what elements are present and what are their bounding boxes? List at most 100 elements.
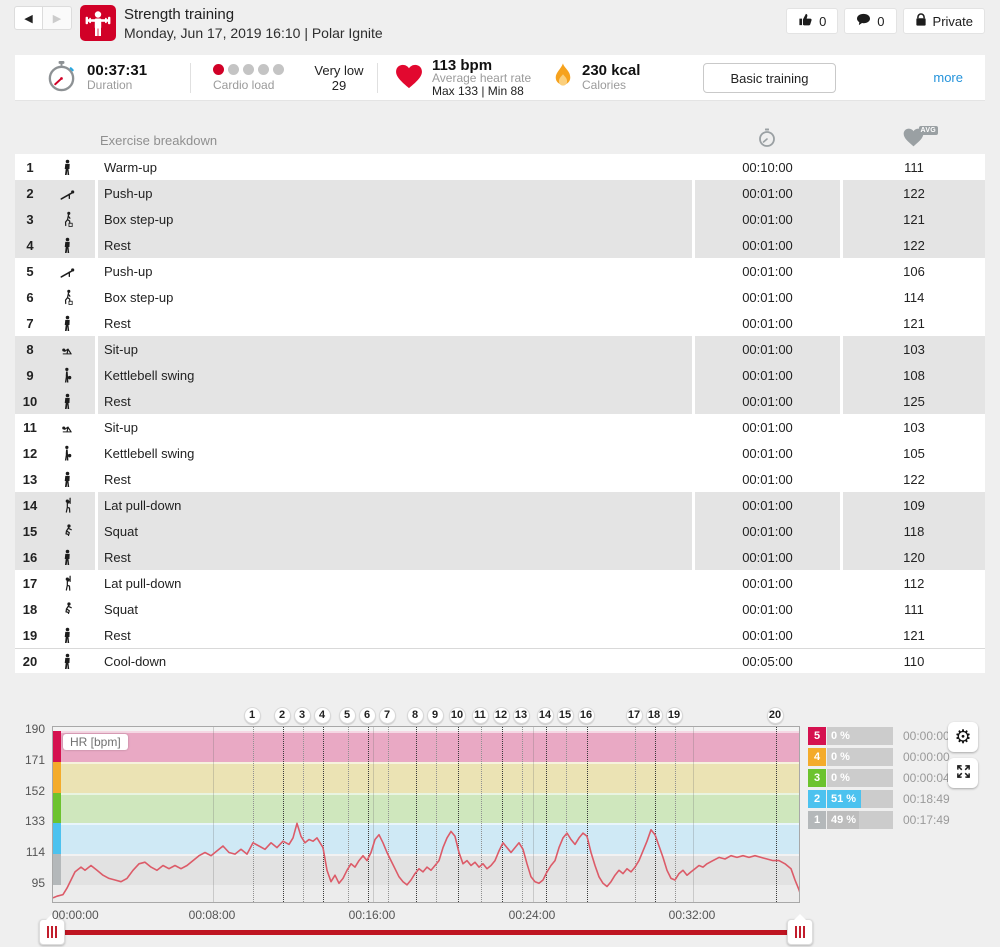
cardio-load-dot-active bbox=[213, 64, 224, 75]
cardio-load-level-text: Very low bbox=[314, 63, 363, 78]
arrow-left-icon: ◀ bbox=[24, 12, 32, 25]
table-row: 16 Rest 00:01:00 120 bbox=[15, 544, 985, 570]
exercise-number: 2 bbox=[15, 186, 45, 201]
exercise-name: Warm-up bbox=[98, 154, 692, 180]
exercise-name: Rest bbox=[98, 310, 692, 336]
exercise-avg-hr: 121 bbox=[843, 310, 985, 336]
y-axis-tick: 95 bbox=[15, 876, 45, 890]
exercise-name: Kettlebell swing bbox=[98, 440, 692, 466]
exercise-avg-hr: 122 bbox=[843, 232, 985, 258]
x-axis-tick: 00:24:00 bbox=[492, 908, 572, 922]
calories-stat: 230 kcal Calories bbox=[553, 55, 640, 101]
phase-marker-number: 13 bbox=[513, 707, 530, 724]
exercise-duration: 00:01:00 bbox=[695, 284, 840, 310]
exercise-name: Rest bbox=[98, 388, 692, 414]
range-handle-right[interactable] bbox=[787, 919, 813, 945]
previous-session-button[interactable]: ◀ bbox=[14, 6, 43, 30]
cardio-load-label: Cardio load bbox=[213, 78, 284, 92]
phase-marker-number: 16 bbox=[578, 707, 595, 724]
more-link[interactable]: more bbox=[933, 70, 963, 85]
table-row: 19 Rest 00:01:00 121 bbox=[15, 622, 985, 648]
exercise-duration: 00:01:00 bbox=[695, 466, 840, 492]
session-date-device: Monday, Jun 17, 2019 16:10 | Polar Ignit… bbox=[124, 24, 383, 42]
person-standing-icon bbox=[50, 471, 84, 488]
y-axis-tick: 171 bbox=[15, 753, 45, 767]
table-row: 2 Push-up 00:01:00 122 bbox=[15, 180, 985, 206]
exercise-number: 20 bbox=[15, 654, 45, 669]
exercise-duration: 00:05:00 bbox=[695, 649, 840, 673]
cardio-load-stat: Cardio load bbox=[213, 55, 284, 101]
push-up-icon bbox=[50, 263, 84, 280]
y-axis-tick: 133 bbox=[15, 814, 45, 828]
exercise-duration: 00:01:00 bbox=[695, 440, 840, 466]
exercise-avg-hr: 110 bbox=[843, 649, 985, 673]
table-row: 13 Rest 00:01:00 122 bbox=[15, 466, 985, 492]
stopwatch-icon bbox=[45, 60, 78, 96]
table-row: 5 Push-up 00:01:00 106 bbox=[15, 258, 985, 284]
exercise-duration: 00:01:00 bbox=[695, 206, 840, 232]
session-nav: ◀ ▶ bbox=[14, 6, 72, 30]
phase-marker-number: 4 bbox=[314, 707, 331, 724]
summary-stats-bar: 00:37:31 Duration Cardio load Very low 2… bbox=[15, 55, 985, 101]
next-session-button[interactable]: ▶ bbox=[43, 6, 72, 30]
person-standing-icon bbox=[50, 315, 84, 332]
exercise-name: Squat bbox=[98, 518, 692, 544]
phase-marker-number: 7 bbox=[379, 707, 396, 724]
exercise-duration: 00:01:00 bbox=[695, 622, 840, 648]
cardio-load-dot bbox=[273, 64, 284, 75]
exercise-number: 14 bbox=[15, 498, 45, 513]
hr-axis-title: HR [bpm] bbox=[63, 734, 128, 750]
zone-percent-label: 0 % bbox=[831, 748, 850, 766]
person-standing-icon bbox=[50, 627, 84, 644]
comment-button[interactable]: 0 bbox=[844, 8, 896, 34]
exercise-table-body: 1 Warm-up 00:10:00 111 2 Push-up 00:01:0… bbox=[15, 154, 985, 673]
time-range-scrollbar[interactable] bbox=[52, 930, 800, 935]
range-handle-left[interactable] bbox=[39, 919, 65, 945]
phase-marker-number: 3 bbox=[294, 707, 311, 724]
phase-marker-number: 1 bbox=[244, 707, 261, 724]
exercise-duration: 00:01:00 bbox=[695, 336, 840, 362]
exercise-avg-hr: 112 bbox=[843, 570, 985, 596]
table-row: 14 Lat pull-down 00:01:00 109 bbox=[15, 492, 985, 518]
zone-number-swatch: 5 bbox=[808, 727, 826, 745]
chart-expand-button[interactable] bbox=[948, 758, 978, 788]
like-button[interactable]: 0 bbox=[786, 8, 838, 34]
hr-plot: HR [bpm] bbox=[52, 726, 800, 903]
exercise-avg-hr: 111 bbox=[843, 596, 985, 622]
zone-number-swatch: 4 bbox=[808, 748, 826, 766]
cardio-load-dots bbox=[213, 64, 284, 75]
exercise-avg-hr: 111 bbox=[843, 154, 985, 180]
exercise-name: Box step-up bbox=[98, 206, 692, 232]
page-title: Strength training bbox=[124, 6, 383, 24]
comment-bubble-icon bbox=[856, 13, 871, 29]
flame-icon bbox=[553, 63, 573, 94]
avg-hr-value: 113 bpm bbox=[432, 59, 531, 72]
x-axis-tick: 00:32:00 bbox=[652, 908, 732, 922]
expand-icon bbox=[956, 764, 971, 782]
exercise-avg-hr: 121 bbox=[843, 622, 985, 648]
table-row: 15 Squat 00:01:00 118 bbox=[15, 518, 985, 544]
exercise-duration: 00:01:00 bbox=[695, 518, 840, 544]
exercise-avg-hr: 121 bbox=[843, 206, 985, 232]
exercise-table-header: Exercise breakdown AVG bbox=[15, 126, 985, 154]
table-row: 10 Rest 00:01:00 125 bbox=[15, 388, 985, 414]
duration-column-stopwatch-icon bbox=[747, 128, 787, 151]
privacy-button[interactable]: Private bbox=[903, 8, 985, 34]
chart-settings-button[interactable]: ⚙ bbox=[948, 722, 978, 752]
exercise-name: Push-up bbox=[98, 180, 692, 206]
training-benefit-button[interactable]: Basic training bbox=[703, 63, 836, 93]
table-row: 1 Warm-up 00:10:00 111 bbox=[15, 154, 985, 180]
zone-number-swatch: 3 bbox=[808, 769, 826, 787]
phase-marker-number: 17 bbox=[626, 707, 643, 724]
phase-marker-number: 20 bbox=[767, 707, 784, 724]
kettlebell-swing-icon bbox=[50, 445, 84, 462]
exercise-avg-hr: 103 bbox=[843, 414, 985, 440]
zone-time-label: 00:00:04 bbox=[903, 769, 950, 787]
exercise-name: Squat bbox=[98, 596, 692, 622]
cardio-load-value: 29 bbox=[332, 78, 346, 93]
zone-time-label: 00:00:00 bbox=[903, 727, 950, 745]
exercise-number: 18 bbox=[15, 602, 45, 617]
strength-training-sport-icon bbox=[80, 5, 116, 41]
exercise-name: Sit-up bbox=[98, 336, 692, 362]
zone-legend-row: 1 49 % 00:17:49 bbox=[808, 811, 950, 829]
